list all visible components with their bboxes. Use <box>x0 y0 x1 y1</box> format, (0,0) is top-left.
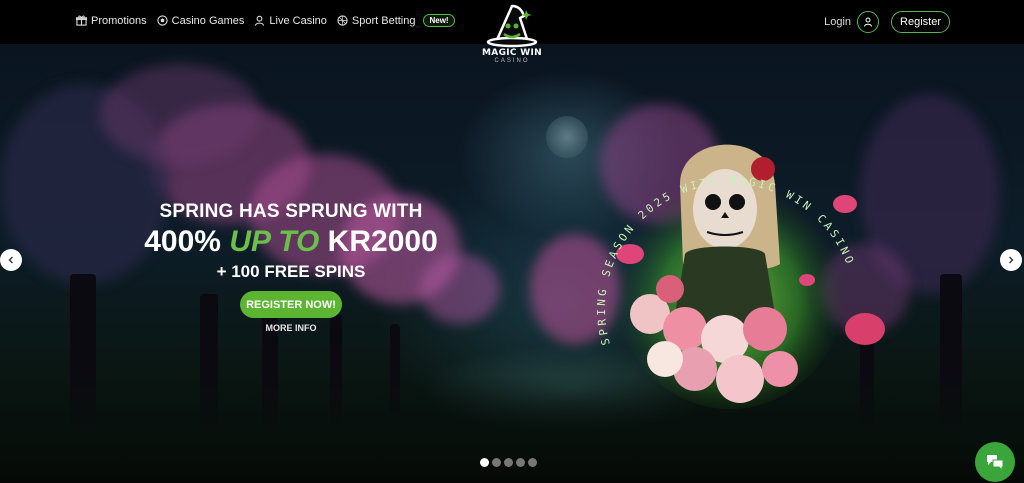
dealer-icon <box>255 15 265 26</box>
soccer-ball-icon <box>157 15 168 26</box>
promo-headline: SPRING HAS SPRUNG WITH 400% UP TO KR2000… <box>120 201 462 282</box>
blossom-cluster <box>100 64 260 164</box>
site-logo[interactable]: MAGIC WIN CASINO <box>475 2 549 78</box>
user-icon <box>864 17 873 27</box>
carousel-dot-4[interactable] <box>516 458 525 467</box>
nav-sport-betting-label: Sport Betting <box>351 14 416 27</box>
login-link[interactable]: Login <box>824 16 851 28</box>
user-account-button[interactable] <box>857 11 880 33</box>
carousel-dot-1[interactable] <box>480 458 489 467</box>
main-nav: Promotions Casino Games Live Casino Spor… <box>76 14 455 27</box>
headline-free-spins: + 100 FREE SPINS <box>216 262 366 281</box>
nav-casino-games[interactable]: Casino Games <box>157 14 245 27</box>
more-info-link[interactable]: MORE INFO <box>241 323 341 333</box>
live-chat-button[interactable] <box>975 442 1015 482</box>
register-button[interactable]: Register <box>891 11 950 33</box>
auth-controls: Login Register <box>824 11 950 33</box>
logo-title: MAGIC WIN <box>482 48 542 58</box>
carousel-prev-button[interactable] <box>0 249 22 271</box>
chevron-right-icon <box>1009 256 1014 264</box>
hero-banner: SPRING SEASON 2025 WITH MAGIC WIN CASINO… <box>0 44 1024 483</box>
carousel-next-button[interactable] <box>1000 249 1022 271</box>
nav-live-casino-label: Live Casino <box>269 14 327 27</box>
nav-casino-games-label: Casino Games <box>171 14 245 27</box>
carousel-dot-2[interactable] <box>492 458 501 467</box>
sport-ball-icon <box>337 15 348 26</box>
register-now-button[interactable]: REGISTER NOW! <box>240 291 342 318</box>
new-badge: New! <box>423 14 455 27</box>
headline-line1: SPRING HAS SPRUNG WITH <box>159 201 423 222</box>
wizard-hat-icon <box>486 4 538 48</box>
headline-amount: KR2000 <box>319 225 438 258</box>
carousel-dot-3[interactable] <box>504 458 513 467</box>
promo-character-illustration: SPRING SEASON 2025 WITH MAGIC WIN CASINO <box>595 144 885 409</box>
chat-bubbles-icon <box>987 455 1004 471</box>
nav-promotions[interactable]: Promotions <box>76 15 147 27</box>
nav-sport-betting[interactable]: Sport Betting New! <box>337 14 455 27</box>
nav-promotions-label: Promotions <box>91 14 147 27</box>
headline-up-to: UP TO <box>229 225 320 258</box>
headline-percent: 400% <box>144 225 230 258</box>
carousel-dot-5[interactable] <box>528 458 537 467</box>
gift-icon <box>76 15 87 26</box>
nav-live-casino[interactable]: Live Casino <box>254 14 327 27</box>
headline-line2: 400% UP TO KR2000 <box>120 225 462 259</box>
logo-subtitle: CASINO <box>494 58 530 64</box>
carousel-dots <box>480 458 537 467</box>
chevron-left-icon <box>8 256 13 264</box>
